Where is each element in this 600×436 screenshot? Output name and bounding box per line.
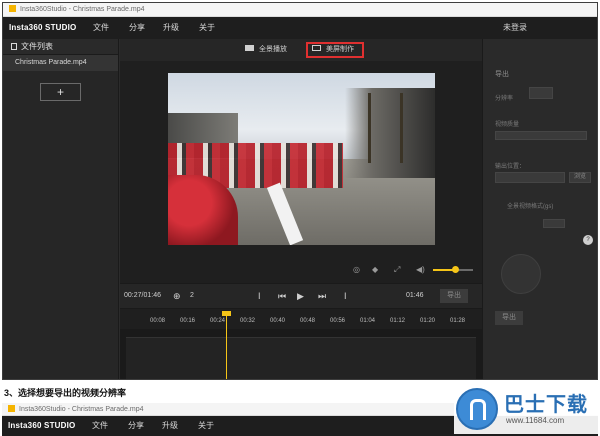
menu-about[interactable]: 关于 [199, 17, 215, 39]
file-list-header: 文件列表 [3, 39, 118, 55]
format-label: 全景视频格式(gs) [507, 204, 554, 210]
timeline-tick: 01:04 [360, 318, 376, 324]
volume-slider[interactable] [433, 266, 473, 273]
video-palm [368, 93, 371, 163]
brand-logo: Insta360 STUDIO [9, 23, 77, 32]
export-button[interactable]: 导出 [440, 289, 468, 303]
timeline-tick: 00:56 [330, 318, 346, 324]
timeline-ruler[interactable]: 00:08 00:16 00:24 00:32 00:40 00:48 00:56 01:04… [120, 315, 482, 329]
export-panel: 导出 分辨率 视频质量 输出位置： 浏览 全景视频格式(gs) ? 导出 [482, 39, 597, 379]
timeline-tick: 01:20 [420, 318, 436, 324]
app-icon [8, 405, 15, 412]
volume-knob[interactable] [452, 266, 459, 273]
timeline-tick: 01:28 [450, 318, 466, 324]
menu-about[interactable]: 关于 [198, 416, 214, 436]
marker-count: 2 [190, 292, 194, 299]
video-building-right [345, 88, 435, 178]
trim-end-icon[interactable]: I [344, 290, 347, 302]
video-preview[interactable] [168, 73, 435, 245]
resolution-select[interactable] [529, 87, 553, 99]
menu-upgrade[interactable]: 升级 [162, 416, 178, 436]
login-status[interactable]: 未登录 [503, 17, 527, 39]
clip-make-button[interactable]: 美屏制作 [306, 42, 364, 58]
resolution-label: 分辨率 [495, 96, 514, 102]
settings-icon[interactable]: ◎ [353, 265, 360, 275]
current-time: 00:27/01:46 [124, 292, 161, 299]
timeline-track[interactable] [120, 329, 482, 379]
file-item[interactable]: Christmas Parade.mp4 [3, 55, 118, 71]
marker-icon[interactable]: ⊕ [173, 290, 181, 302]
fullscreen-play-button[interactable]: 全景播放 [245, 43, 287, 57]
panorama-icon [245, 45, 254, 51]
volume-icon[interactable]: ◀) [416, 265, 425, 275]
panel-export-button[interactable]: 导出 [495, 311, 523, 325]
quality-dial[interactable] [501, 254, 541, 294]
video-palm [400, 93, 403, 163]
document-icon [11, 43, 17, 50]
file-list-title: 文件列表 [21, 42, 53, 51]
trim-start-icon[interactable]: I [258, 290, 261, 302]
clip-make-label: 美屏制作 [326, 46, 354, 53]
quality-select[interactable] [495, 131, 587, 140]
brand-logo-second: Insta360 STUDIO [8, 421, 76, 430]
timeline-tick: 00:32 [240, 318, 256, 324]
view-mode-bar: 全景播放 美屏制作 [120, 39, 482, 61]
window-title-second: Insta360Studio - Christmas Parade.mp4 [19, 406, 144, 413]
menu-file[interactable]: 文件 [93, 17, 109, 39]
format-toggle[interactable] [543, 219, 565, 228]
output-location-label: 输出位置： [495, 164, 526, 170]
timeline-tick: 00:48 [300, 318, 316, 324]
title-bar: Insta360Studio - Christmas Parade.mp4 [3, 3, 597, 17]
export-panel-title: 导出 [495, 71, 509, 78]
watermark-logo-icon [456, 388, 498, 430]
menu-upgrade[interactable]: 升级 [163, 17, 179, 39]
vr-glasses-icon[interactable]: ◆ [372, 265, 378, 275]
timeline-lane [126, 337, 476, 379]
app-icon [9, 5, 16, 12]
play-icon[interactable]: ▶ [297, 290, 304, 302]
timeline-tick: 00:40 [270, 318, 286, 324]
timeline-tick: 00:08 [150, 318, 166, 324]
previous-icon[interactable]: ⏮ [278, 290, 286, 302]
fullscreen-play-label: 全景播放 [259, 46, 287, 53]
window-title: Insta360Studio - Christmas Parade.mp4 [20, 6, 145, 13]
quality-label: 视频质量 [495, 122, 520, 128]
file-list-panel: 文件列表 Christmas Parade.mp4 + [3, 39, 119, 379]
app-window: Insta360Studio - Christmas Parade.mp4 In… [2, 2, 598, 380]
browse-button[interactable]: 浏览 [569, 172, 591, 183]
menu-share[interactable]: 分享 [129, 17, 145, 39]
screen-icon [312, 45, 321, 51]
menu-file[interactable]: 文件 [92, 416, 108, 436]
watermark-url: www.11684.com [506, 416, 565, 425]
timeline-tick: 01:12 [390, 318, 406, 324]
site-watermark: 巴士下载 www.11684.com [454, 384, 598, 434]
playback-bar: 00:27/01:46 ⊕ 2 I ⏮ ▶ ⏭ I 01:46 导出 [120, 283, 482, 309]
next-icon[interactable]: ⏭ [318, 290, 326, 302]
playhead[interactable] [226, 313, 227, 379]
output-path-field[interactable] [495, 172, 565, 183]
expand-icon[interactable]: ⤢ [394, 265, 400, 275]
info-icon[interactable]: ? [583, 235, 593, 245]
step-caption: 3、选择想要导出的视频分辨率 [4, 388, 127, 398]
watermark-text: 巴士下载 [504, 394, 588, 416]
add-file-button[interactable]: + [40, 83, 81, 101]
menu-bar: Insta360 STUDIO 文件 分享 升级 关于 未登录 [3, 17, 597, 39]
timeline-tick: 00:16 [180, 318, 196, 324]
preview-area: 全景播放 美屏制作 ◎ ◆ ⤢ ◀) 00:27/01:46 ⊕ 2 I ⏮ ▶… [120, 39, 482, 379]
timeline-tick: 00:24 [210, 318, 226, 324]
duration: 01:46 [406, 292, 424, 299]
menu-share[interactable]: 分享 [128, 416, 144, 436]
